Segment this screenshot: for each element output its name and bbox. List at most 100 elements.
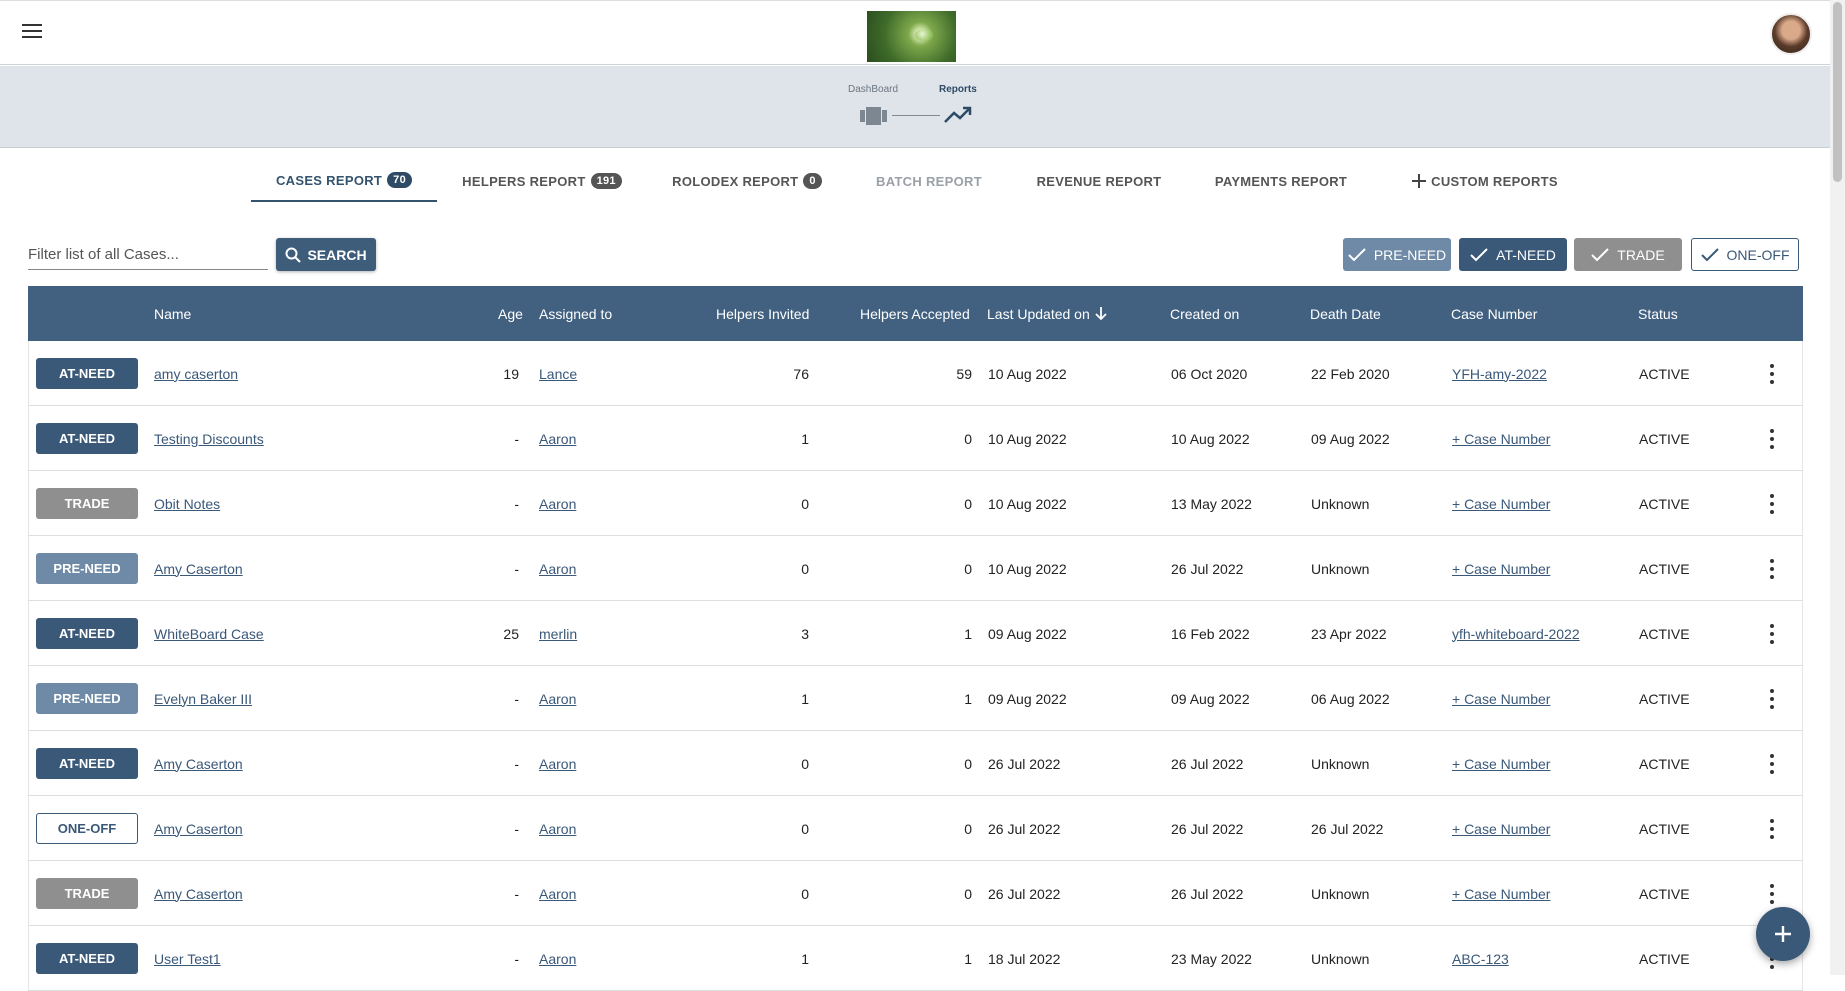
case-type-button[interactable]: AT-NEED [36,943,138,974]
case-type-button[interactable]: TRADE [36,878,138,909]
more-options-icon[interactable] [1764,494,1780,514]
status-cell: ACTIVE [1639,560,1690,577]
assigned-to-link[interactable]: Aaron [539,431,576,447]
case-name-link[interactable]: Amy Caserton [154,756,243,772]
filter-chip-at-need[interactable]: AT-NEED [1459,238,1567,271]
case-number-link[interactable]: YFH-amy-2022 [1452,366,1547,382]
search-button[interactable]: SEARCH [276,238,376,271]
filter-chip-one-off[interactable]: ONE-OFF [1691,238,1799,271]
assigned-to-link[interactable]: Aaron [539,691,576,707]
case-name-link[interactable]: amy caserton [154,366,238,382]
filter-chip-pre-need[interactable]: PRE-NEED [1343,238,1451,271]
tab-helpers-report[interactable]: HELPERS REPORT 191 [462,160,622,202]
tab-rolodex-report[interactable]: ROLODEX REPORT 0 [672,160,822,202]
assigned-to-link[interactable]: Aaron [539,886,576,902]
column-header-status[interactable]: Status [1638,286,1678,341]
step-reports-label[interactable]: Reports [939,84,977,95]
case-number-cell: + Case Number [1452,861,1550,926]
column-header-last-updated[interactable]: Last Updated on [987,286,1107,341]
column-header-age[interactable]: Age [498,286,523,341]
case-type-button[interactable]: AT-NEED [36,618,138,649]
case-number-link[interactable]: + Case Number [1452,886,1550,902]
case-type-button[interactable]: ONE-OFF [36,813,138,844]
step-dashboard-label[interactable]: DashBoard [848,84,898,95]
column-header-case-number[interactable]: Case Number [1451,286,1537,341]
more-options-icon[interactable] [1764,819,1780,839]
assigned-to-cell: Aaron [539,731,576,796]
case-number-link[interactable]: + Case Number [1452,756,1550,772]
more-options-icon[interactable] [1764,689,1780,709]
column-header-created-on[interactable]: Created on [1170,286,1239,341]
assigned-to-link[interactable]: Aaron [539,821,576,837]
tab-payments-report[interactable]: PAYMENTS REPORT [1213,160,1349,202]
column-header-assigned-to[interactable]: Assigned to [539,286,612,341]
column-header-name[interactable]: Name [154,286,191,341]
case-number-link[interactable]: + Case Number [1452,691,1550,707]
case-name-link[interactable]: Amy Caserton [154,561,243,577]
case-name-link[interactable]: User Test1 [154,951,221,967]
case-number-link[interactable]: + Case Number [1452,821,1550,837]
case-number-link[interactable]: + Case Number [1452,431,1550,447]
tab-batch-report[interactable]: BATCH REPORT [870,160,988,202]
count-badge: 191 [590,173,622,189]
tab-revenue-report[interactable]: REVENUE REPORT [1035,160,1163,202]
helpers-accepted-cell: 1 [964,625,972,642]
company-logo[interactable] [867,11,956,62]
chip-label: AT-NEED [1496,246,1556,263]
case-type-button[interactable]: AT-NEED [36,748,138,779]
case-type-button[interactable]: TRADE [36,488,138,519]
user-avatar[interactable] [1770,13,1812,55]
tab-cases-report[interactable]: CASES REPORT 70 [251,160,437,202]
menu-icon[interactable] [22,24,42,40]
assigned-to-link[interactable]: Aaron [539,496,576,512]
more-options-icon[interactable] [1764,624,1780,644]
case-type-button[interactable]: AT-NEED [36,358,138,389]
filter-chip-trade[interactable]: TRADE [1574,238,1682,271]
case-name-link[interactable]: Obit Notes [154,496,220,512]
case-type-button[interactable]: AT-NEED [36,423,138,454]
helpers-accepted-cell: 0 [964,430,972,447]
assigned-to-link[interactable]: merlin [539,626,577,642]
column-header-helpers-accepted[interactable]: Helpers Accepted [860,286,970,341]
assigned-to-link[interactable]: Aaron [539,561,576,577]
page-scrollbar[interactable] [1830,0,1845,975]
case-name-link[interactable]: Amy Caserton [154,821,243,837]
assigned-to-link[interactable]: Lance [539,366,577,382]
last-updated-cell: 26 Jul 2022 [988,885,1061,902]
add-case-fab[interactable] [1756,907,1810,961]
case-number-link[interactable]: + Case Number [1452,561,1550,577]
case-name-link[interactable]: Testing Discounts [154,431,264,447]
more-options-icon[interactable] [1764,754,1780,774]
case-number-link[interactable]: + Case Number [1452,496,1550,512]
more-options-icon[interactable] [1764,364,1780,384]
column-header-death-date[interactable]: Death Date [1310,286,1381,341]
case-name-link[interactable]: Amy Caserton [154,886,243,902]
last-updated-cell: 09 Aug 2022 [988,625,1067,642]
tab-custom-reports[interactable]: CUSTOM REPORTS [1405,160,1565,202]
more-options-icon[interactable] [1764,559,1780,579]
case-number-link[interactable]: ABC-123 [1452,951,1509,967]
case-type-button[interactable]: PRE-NEED [36,683,138,714]
more-options-icon[interactable] [1764,884,1780,904]
assigned-to-cell: Aaron [539,406,576,471]
more-options-icon[interactable] [1764,429,1780,449]
status-cell: ACTIVE [1639,755,1690,772]
case-type-button[interactable]: PRE-NEED [36,553,138,584]
trending-up-icon[interactable] [944,106,972,124]
dashboard-icon[interactable] [860,106,887,126]
chip-label: PRE-NEED [1373,246,1447,263]
filter-cases-input[interactable] [28,240,268,270]
assigned-to-link[interactable]: Aaron [539,951,576,967]
case-number-cell: + Case Number [1452,796,1550,861]
column-header-helpers-invited[interactable]: Helpers Invited [716,286,809,341]
case-number-link[interactable]: yfh-whiteboard-2022 [1452,626,1580,642]
created-on-cell: 26 Jul 2022 [1171,560,1244,577]
scrollbar-thumb[interactable] [1833,2,1842,182]
check-icon [1470,247,1488,261]
helpers-accepted-cell: 0 [964,495,972,512]
case-number-cell: yfh-whiteboard-2022 [1452,601,1580,666]
search-icon [285,247,302,263]
case-name-link[interactable]: Evelyn Baker III [154,691,252,707]
assigned-to-link[interactable]: Aaron [539,756,576,772]
case-name-link[interactable]: WhiteBoard Case [154,626,264,642]
